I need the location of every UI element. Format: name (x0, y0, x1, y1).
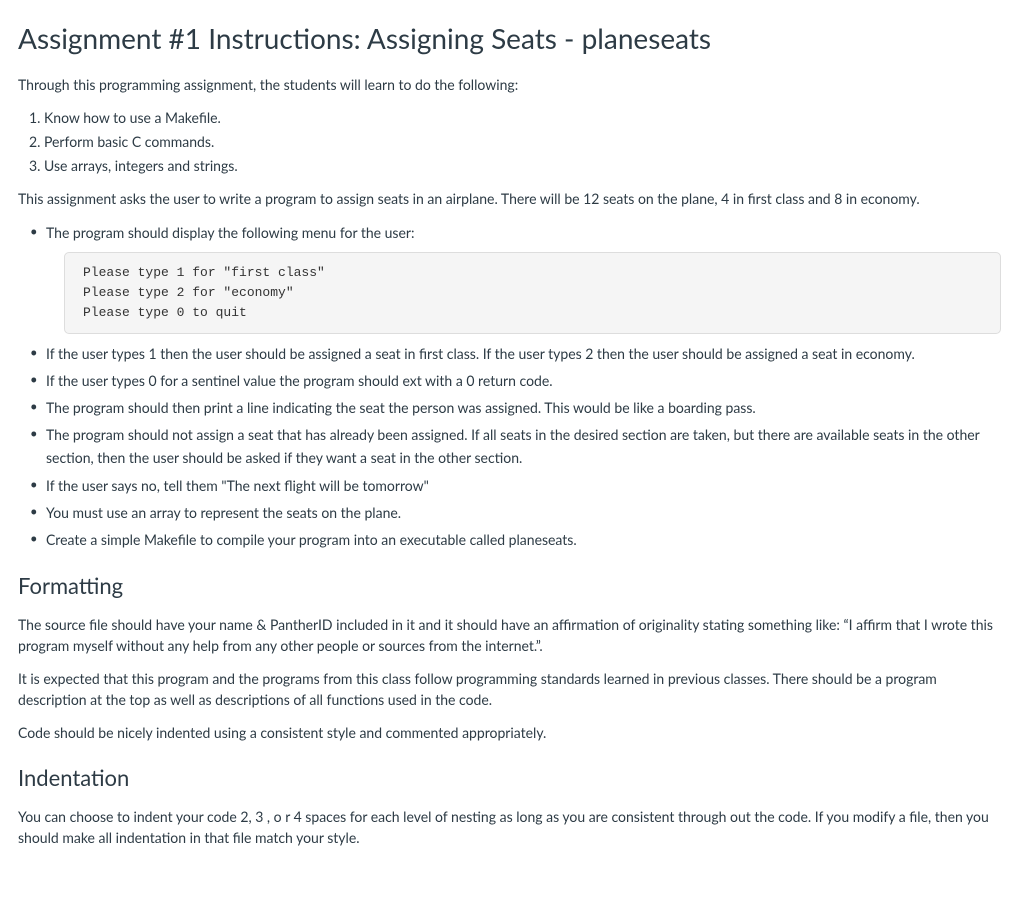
list-item: Create a simple Makefile to compile your… (28, 528, 1001, 551)
requirement-text: The program should display the following… (46, 221, 1001, 244)
list-item: Use arrays, integers and strings. (44, 155, 1001, 176)
indentation-heading: Indentation (18, 761, 1001, 794)
intro-paragraph: Through this programming assignment, the… (18, 74, 1001, 95)
list-item: The program should then print a line ind… (28, 396, 1001, 419)
list-item: If the user types 1 then the user should… (28, 342, 1001, 365)
formatting-paragraph: It is expected that this program and the… (18, 668, 1001, 710)
list-item: Perform basic C commands. (44, 131, 1001, 152)
description-paragraph: This assignment asks the user to write a… (18, 188, 1001, 209)
formatting-heading: Formatting (18, 569, 1001, 602)
list-item: The program should display the following… (28, 221, 1001, 335)
indentation-paragraph: You can choose to indent your code 2, 3 … (18, 806, 1001, 848)
requirements-list: The program should display the following… (18, 221, 1001, 551)
page-title: Assignment #1 Instructions: Assigning Se… (18, 22, 1001, 56)
list-item: If the user says no, tell them "The next… (28, 474, 1001, 497)
formatting-paragraph: The source file should have your name & … (18, 614, 1001, 656)
list-item: The program should not assign a seat tha… (28, 423, 1001, 469)
formatting-paragraph: Code should be nicely indented using a c… (18, 722, 1001, 743)
objectives-list: Know how to use a Makefile. Perform basi… (18, 107, 1001, 176)
menu-code-block: Please type 1 for "first class" Please t… (64, 252, 1001, 334)
list-item: You must use an array to represent the s… (28, 501, 1001, 524)
list-item: Know how to use a Makefile. (44, 107, 1001, 128)
list-item: If the user types 0 for a sentinel value… (28, 369, 1001, 392)
